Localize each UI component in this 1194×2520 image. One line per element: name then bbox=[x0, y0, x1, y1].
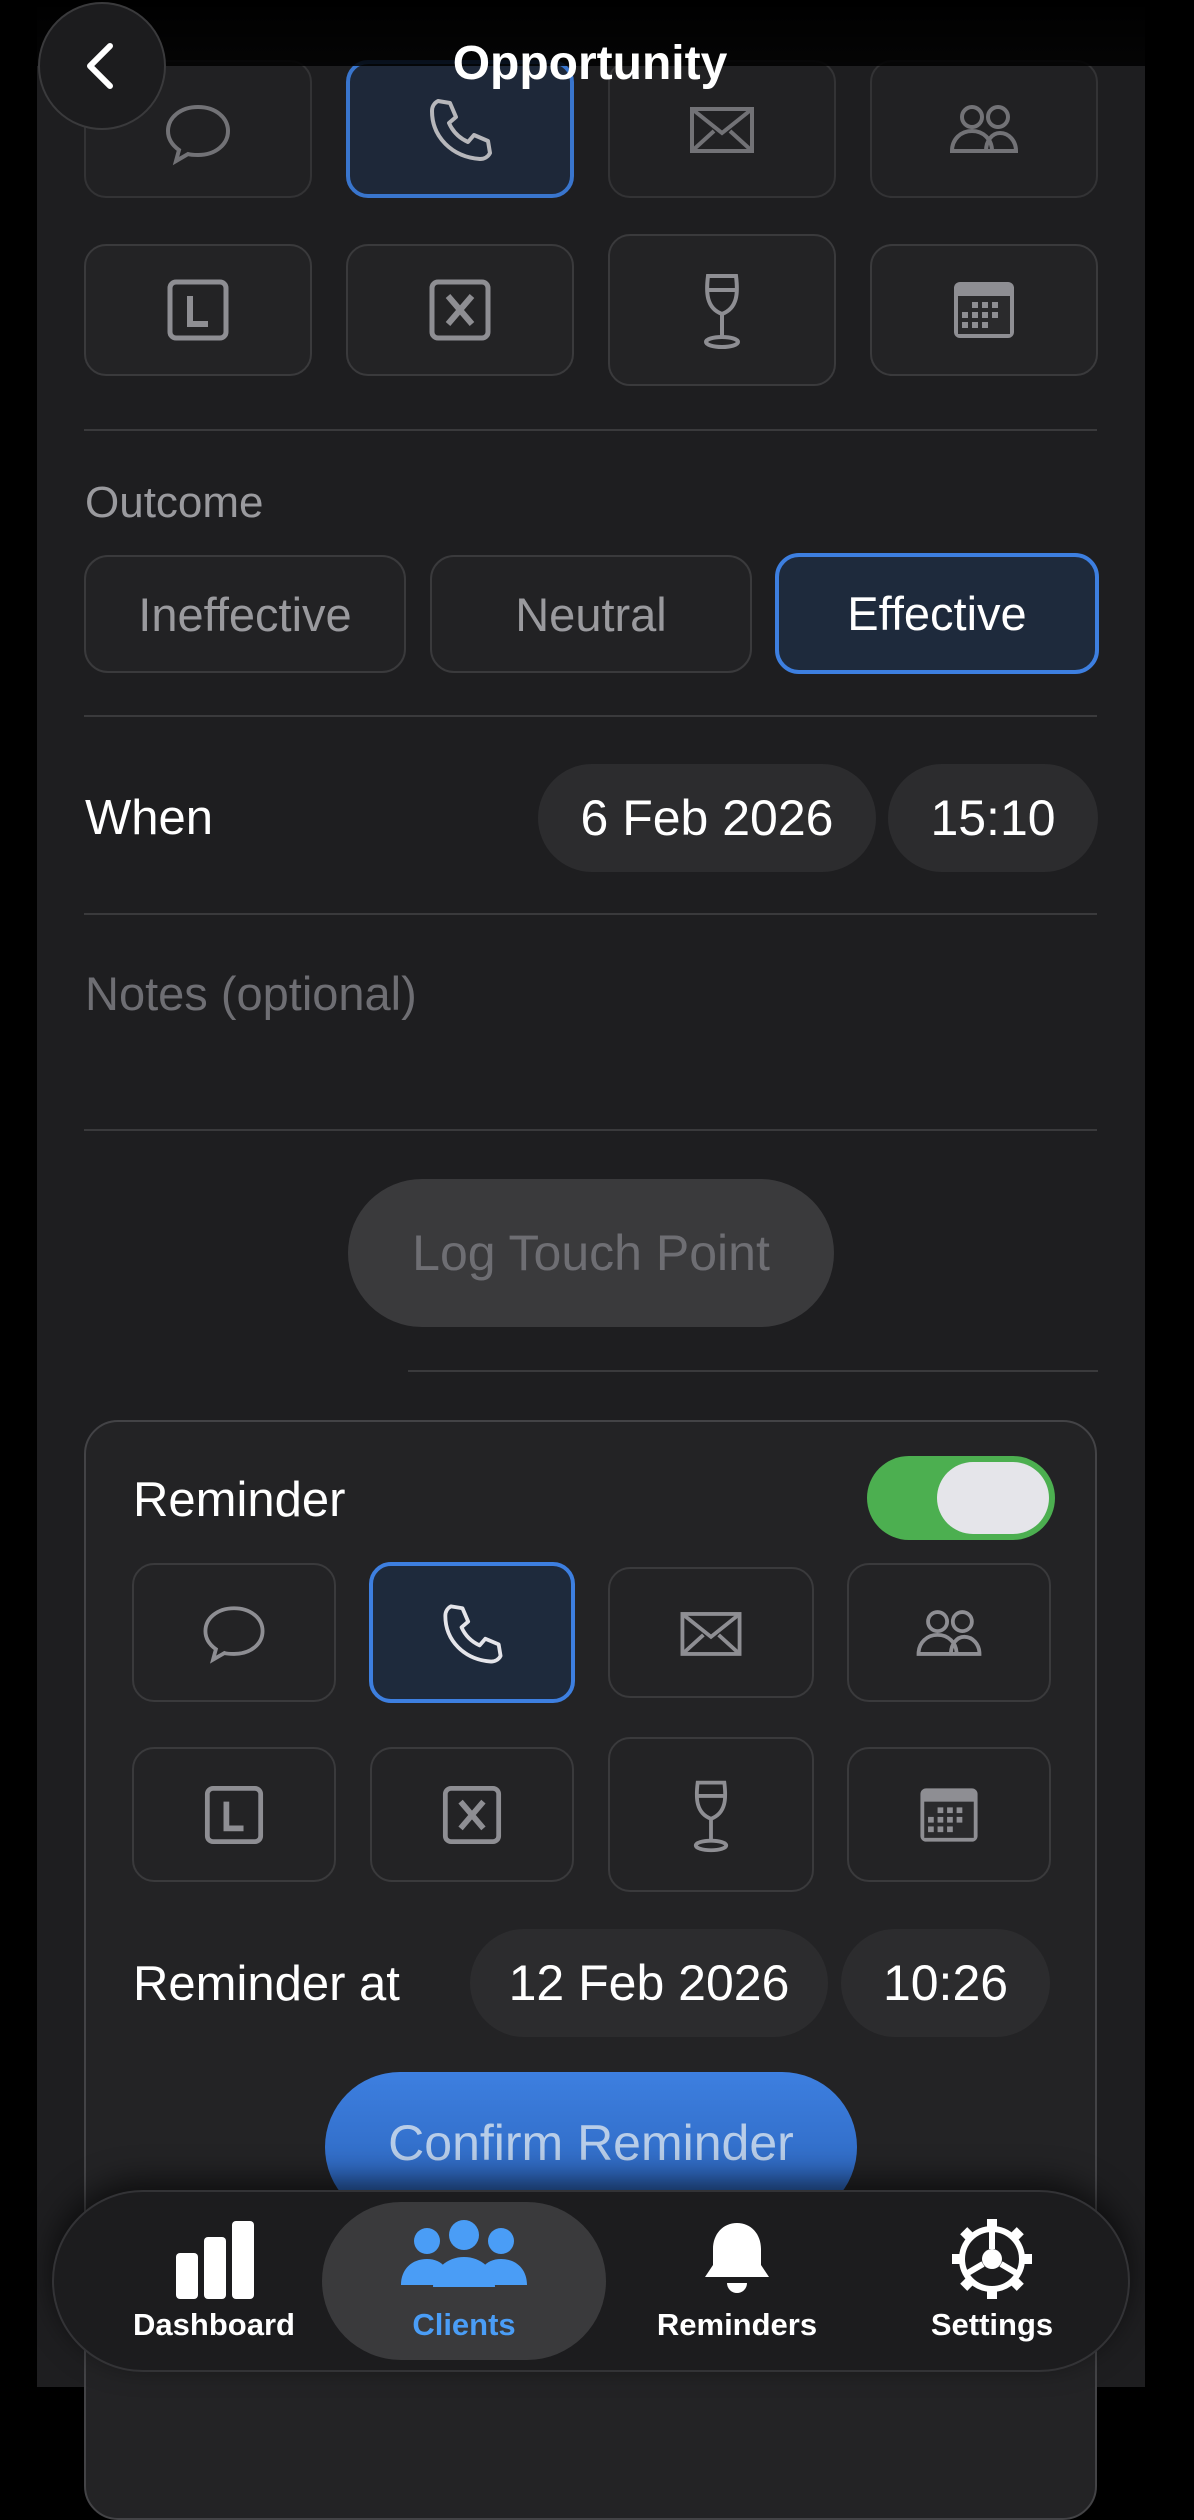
tab-clients[interactable]: Clients bbox=[322, 2202, 606, 2360]
tab-bar: Dashboard Clients Reminders Settings bbox=[52, 2190, 1130, 2372]
page-title: Opportunity bbox=[452, 37, 728, 90]
tab-settings-label: Settings bbox=[930, 2307, 1054, 2342]
reminder-date-picker[interactable]: 12 Feb 2026 bbox=[470, 1929, 828, 2037]
chat-icon bbox=[165, 104, 231, 166]
reminder-type-wine[interactable] bbox=[608, 1737, 814, 1892]
reminder-toggle[interactable] bbox=[867, 1456, 1055, 1540]
tab-reminders-label: Reminders bbox=[656, 2307, 818, 2342]
reminder-type-email[interactable] bbox=[608, 1567, 814, 1698]
touch-type-calendar[interactable] bbox=[870, 244, 1098, 376]
outcome-neutral[interactable]: Neutral bbox=[430, 555, 752, 673]
people-icon bbox=[949, 105, 1019, 153]
reminder-type-chat[interactable] bbox=[132, 1563, 336, 1702]
when-date-picker[interactable]: 6 Feb 2026 bbox=[538, 764, 876, 872]
x-icon bbox=[442, 1785, 502, 1844]
reminder-type-calendar[interactable] bbox=[847, 1747, 1051, 1882]
touch-type-linkedin[interactable] bbox=[84, 244, 312, 376]
tab-clients-label: Clients bbox=[412, 2307, 516, 2342]
reminder-type-people[interactable] bbox=[847, 1563, 1051, 1702]
bar-chart-icon bbox=[176, 2221, 254, 2299]
wine-glass-icon bbox=[693, 1780, 729, 1852]
reminder-type-x[interactable] bbox=[370, 1747, 574, 1882]
people-icon bbox=[401, 2220, 527, 2287]
email-icon bbox=[690, 107, 754, 153]
wine-glass-icon bbox=[704, 274, 740, 349]
toggle-knob bbox=[937, 1462, 1049, 1534]
outcome-ineffective[interactable]: Ineffective bbox=[84, 555, 406, 673]
tab-dashboard-label: Dashboard bbox=[133, 2307, 295, 2342]
reminder-time-picker[interactable]: 10:26 bbox=[841, 1929, 1050, 2037]
chevron-left-icon bbox=[87, 43, 113, 89]
reminder-type-phone[interactable] bbox=[369, 1562, 575, 1703]
when-time-picker[interactable]: 15:10 bbox=[888, 764, 1098, 872]
reminder-at-label: Reminder at bbox=[133, 1957, 400, 2011]
reminder-label: Reminder bbox=[133, 1473, 346, 1527]
divider bbox=[84, 1129, 1097, 1131]
outcome-effective[interactable]: Effective bbox=[775, 553, 1099, 674]
tab-dashboard[interactable]: Dashboard bbox=[114, 2202, 314, 2360]
x-icon bbox=[429, 279, 491, 341]
tab-reminders[interactable]: Reminders bbox=[632, 2202, 842, 2360]
touch-type-wine[interactable] bbox=[608, 234, 836, 386]
when-label: When bbox=[85, 791, 214, 845]
calendar-icon bbox=[954, 282, 1014, 338]
touch-type-x[interactable] bbox=[346, 244, 574, 376]
divider bbox=[84, 913, 1097, 915]
touch-type-people[interactable] bbox=[870, 60, 1098, 198]
reminder-type-linkedin[interactable] bbox=[132, 1747, 336, 1882]
tab-settings[interactable]: Settings bbox=[892, 2202, 1092, 2360]
linkedin-icon bbox=[204, 1785, 264, 1844]
back-button[interactable] bbox=[38, 2, 166, 130]
calendar-icon bbox=[920, 1787, 978, 1842]
divider bbox=[84, 715, 1097, 717]
outcome-label: Outcome bbox=[85, 478, 264, 527]
gear-icon bbox=[952, 2219, 1032, 2299]
people-icon bbox=[916, 1609, 982, 1656]
log-touch-point-button[interactable]: Log Touch Point bbox=[348, 1179, 834, 1327]
phone-icon bbox=[430, 99, 492, 161]
chat-icon bbox=[203, 1605, 265, 1664]
email-icon bbox=[680, 1611, 742, 1656]
notes-input[interactable]: Notes (optional) bbox=[85, 966, 1095, 1116]
bell-icon bbox=[705, 2223, 769, 2293]
divider bbox=[408, 1370, 1098, 1372]
divider bbox=[84, 429, 1097, 431]
linkedin-icon bbox=[167, 279, 229, 341]
phone-icon bbox=[443, 1603, 503, 1663]
